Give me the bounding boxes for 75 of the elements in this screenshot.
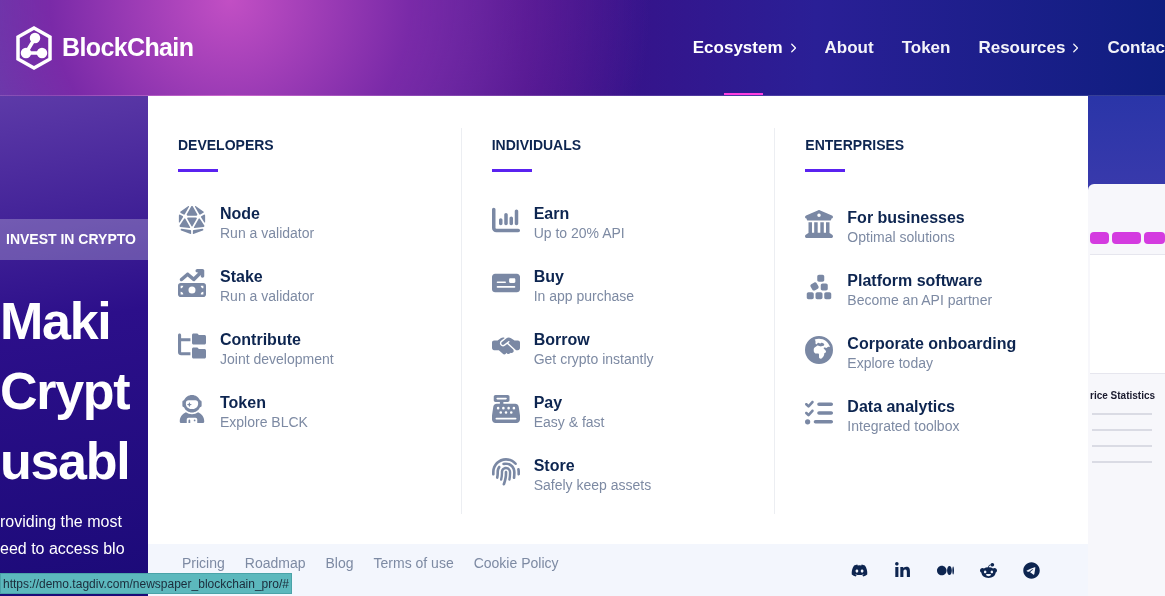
menu-item[interactable]: For businesses Optimal solutions <box>805 208 1088 251</box>
menu-item-title: Platform software <box>847 271 984 291</box>
fingerprint-icon <box>491 458 520 486</box>
cash-register-icon <box>491 395 520 423</box>
globe-icon <box>805 336 834 364</box>
folder-tree-icon <box>178 332 206 360</box>
nav-link[interactable]: Token <box>901 34 951 61</box>
menu-item-subtitle: Run a validator <box>220 224 315 242</box>
telegram-icon[interactable] <box>1023 561 1040 579</box>
checklist-icon <box>805 399 834 427</box>
dice-icon <box>178 206 206 234</box>
menu-item-subtitle: Explore today <box>847 354 934 372</box>
menu-item-subtitle: Joint development <box>220 350 334 368</box>
menu-item-subtitle: Explore BLCK <box>220 413 308 431</box>
menu-item-title: Buy <box>533 267 565 287</box>
menu-item-subtitle: Optimal solutions <box>847 228 956 246</box>
bar-chart-icon <box>491 206 520 234</box>
money-chart-icon <box>178 269 206 297</box>
filter-tag <box>1112 232 1141 244</box>
menu-item-title: Node <box>220 204 261 224</box>
menu-item[interactable]: Token Explore BLCK <box>178 393 461 436</box>
menu-item-title: Token <box>220 393 267 413</box>
hero-tag: INVEST IN CRYPTO <box>0 219 148 260</box>
linkedin-icon[interactable] <box>894 561 911 579</box>
preview-heading: rice Statistics <box>1090 389 1157 403</box>
active-indicator <box>723 93 763 95</box>
hero-paragraph-line: eed to access blo <box>0 539 126 559</box>
menu-item[interactable]: Data analytics Integrated toolbox <box>805 397 1088 440</box>
hero-paragraph-line: roviding the most <box>0 512 123 532</box>
astronaut-icon <box>178 395 206 423</box>
hero-heading-line: Crypt <box>0 361 131 422</box>
menu-item[interactable]: Borrow Get crypto instantly <box>491 330 775 373</box>
nav-link[interactable]: Ecosystem <box>692 34 797 61</box>
menu-item-subtitle: Become an API partner <box>847 291 993 309</box>
menu-item[interactable]: Platform software Become an API partner <box>805 271 1088 314</box>
menu-item[interactable]: Pay Easy & fast <box>491 393 775 436</box>
menu-item-subtitle: In app purchase <box>533 287 635 305</box>
menu-item[interactable]: Corporate onboarding Explore today <box>805 334 1088 377</box>
filter-tag <box>1090 232 1110 244</box>
menu-item-title: Borrow <box>533 330 591 350</box>
column-heading: ENTERPRISES <box>805 136 906 155</box>
menu-item-title: Earn <box>533 204 571 224</box>
hero-heading-line: usabl <box>0 431 131 492</box>
menu-item-subtitle: Integrated toolbox <box>847 417 960 435</box>
menu-item-subtitle: Get crypto instantly <box>533 350 654 368</box>
column-heading: DEVELOPERS <box>178 136 275 155</box>
menu-item-subtitle: Up to 20% API <box>533 224 625 242</box>
menu-item-title: Pay <box>533 393 564 413</box>
menu-item-title: Stake <box>220 267 264 287</box>
menu-item[interactable]: Buy In app purchase <box>491 267 775 310</box>
nav-link[interactable]: Contac <box>1107 34 1165 61</box>
cubes-icon <box>805 273 834 301</box>
filter-tag <box>1143 232 1165 244</box>
menu-item[interactable]: Earn Up to 20% API <box>491 204 775 247</box>
menu-item-title: Contribute <box>220 330 302 350</box>
menu-item-title: Data analytics <box>847 397 956 417</box>
column-heading: INDIVIDUALS <box>491 136 583 155</box>
menu-item-title: Store <box>533 456 576 476</box>
menu-item[interactable]: Stake Run a validator <box>178 267 461 310</box>
menu-item-title: For businesses <box>847 208 965 228</box>
logo-icon <box>14 24 54 71</box>
menu-item[interactable]: Contribute Joint development <box>178 330 461 373</box>
menu-item[interactable]: Store Safely keep assets <box>491 456 775 499</box>
menu-item-subtitle: Run a validator <box>220 287 315 305</box>
reddit-icon[interactable] <box>980 561 997 579</box>
menu-item-title: Corporate onboarding <box>847 334 1017 354</box>
nav-link[interactable]: Resources <box>978 34 1080 61</box>
bank-icon <box>805 210 834 238</box>
nav-link[interactable]: About <box>824 34 874 61</box>
hero-heading-line: Maki <box>0 291 112 352</box>
menu-item-subtitle: Easy & fast <box>533 413 605 431</box>
logo-text[interactable]: BlockChain <box>62 28 194 67</box>
menu-item[interactable]: Node Run a validator <box>178 204 461 247</box>
link-url-tooltip: https://demo.tagdiv.com/newspaper_blockchain_pro/# <box>0 573 292 594</box>
menu-item-subtitle: Safely keep assets <box>533 476 652 494</box>
